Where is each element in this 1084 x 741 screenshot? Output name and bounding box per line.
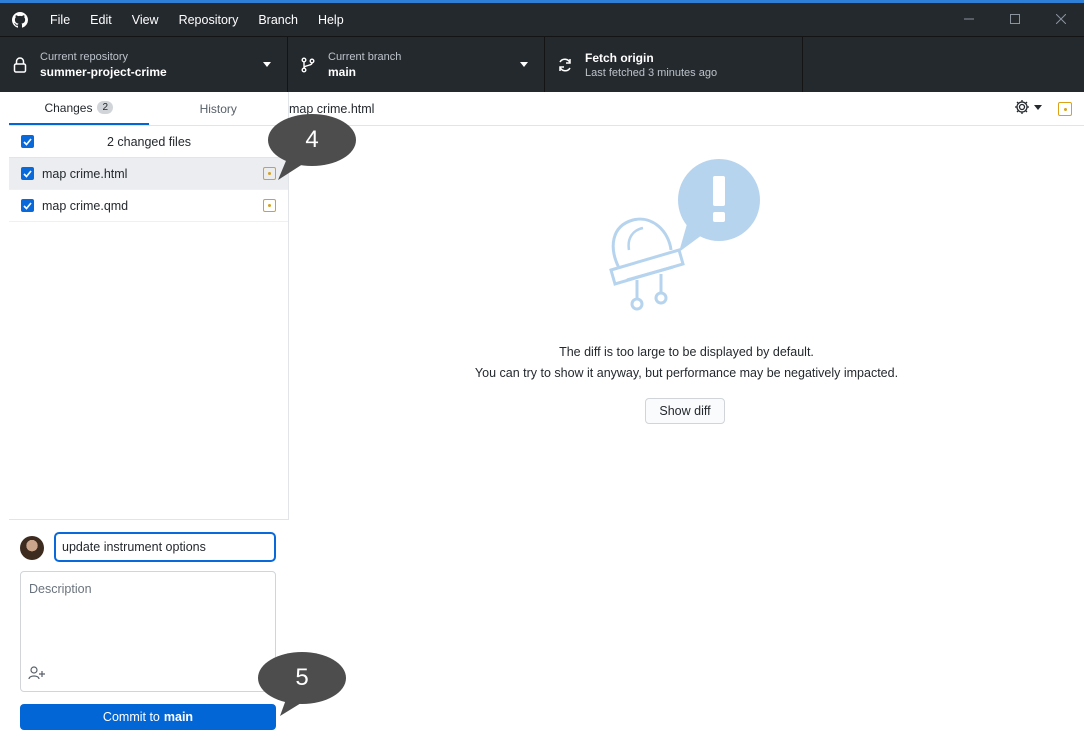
branch-icon [288,57,328,73]
fetch-origin-button[interactable]: Fetch origin Last fetched 3 minutes ago [545,37,803,93]
description-placeholder: Description [29,582,92,596]
branch-name: main [328,65,357,79]
window-controls [946,3,1084,35]
callout-number-4: 4 [305,126,319,153]
toolbar: Current repository summer-project-crime … [0,36,1084,93]
maximize-button[interactable] [992,3,1038,35]
file-name: map crime.qmd [42,198,129,213]
commit-description-field[interactable]: Description [20,571,276,692]
changes-header: 2 changed files [9,126,288,158]
chevron-down-icon [520,62,528,67]
maximize-icon [1010,14,1020,24]
tab-changes-label: Changes [44,100,93,115]
diff-too-large-message: The diff is too large to be displayed by… [559,345,814,359]
commit-button[interactable]: Commit to main [20,704,276,730]
repository-name: summer-project-crime [40,65,167,79]
menu-file[interactable]: File [40,4,80,36]
avatar [20,536,44,560]
file-checkbox[interactable] [21,167,34,180]
chevron-down-icon [263,62,271,67]
last-fetched-text: Last fetched 3 minutes ago [585,67,718,79]
close-button[interactable] [1038,3,1084,35]
commit-button-branch: main [163,710,194,724]
show-diff-button[interactable]: Show diff [645,398,725,424]
current-repository-button[interactable]: Current repository summer-project-crime [0,37,288,93]
chevron-down-icon [1034,104,1042,110]
diff-header: map crime.html [289,92,1084,126]
commit-summary-input[interactable] [54,532,276,562]
title-bar: File Edit View Repository Branch Help [0,0,1084,36]
large-diff-illustration-icon [599,158,769,331]
sidebar-tabs: Changes 2 History [9,92,288,126]
menu-edit[interactable]: Edit [80,4,122,36]
lock-icon [0,57,40,73]
changes-count-badge: 2 [97,101,114,114]
modified-icon [263,199,276,212]
diff-performance-warning: You can try to show it anyway, but perfo… [474,366,899,380]
fetch-origin-title: Fetch origin [585,51,654,65]
current-branch-button[interactable]: Current branch main [288,37,545,93]
diff-panel: map crime.html The diff is too large to … [289,92,1084,741]
sync-icon [545,57,585,73]
file-checkbox[interactable] [21,199,34,212]
branch-label: Current branch [328,51,402,63]
commit-form: Description Commit tomain [9,519,289,741]
tab-changes[interactable]: Changes 2 [9,92,149,125]
file-name: map crime.html [42,166,128,181]
repository-label: Current repository [40,51,129,63]
checkmark-icon [23,169,32,178]
gear-icon [1015,100,1029,114]
tab-history-label: History [199,101,237,116]
menu-repository[interactable]: Repository [169,4,249,36]
list-item[interactable]: map crime.html [9,158,288,190]
changed-files-count: 2 changed files [106,134,192,149]
list-item[interactable]: map crime.qmd [9,190,288,222]
minimize-button[interactable] [946,3,992,35]
close-icon [1056,14,1066,24]
menu-bar: File Edit View Repository Branch Help [40,4,354,36]
add-coauthor-icon[interactable] [28,666,46,683]
checkmark-icon [23,201,32,210]
callout-number-5: 5 [295,664,309,691]
sidebar: Changes 2 History 2 changed files map cr… [9,92,289,741]
menu-view[interactable]: View [122,4,169,36]
modified-icon [1058,102,1072,116]
diff-settings-button[interactable] [1014,99,1042,115]
menu-help[interactable]: Help [308,4,354,36]
commit-button-prefix: Commit to [102,710,160,724]
menu-branch[interactable]: Branch [248,4,308,36]
minimize-icon [964,18,974,20]
github-logo-icon [0,4,40,36]
